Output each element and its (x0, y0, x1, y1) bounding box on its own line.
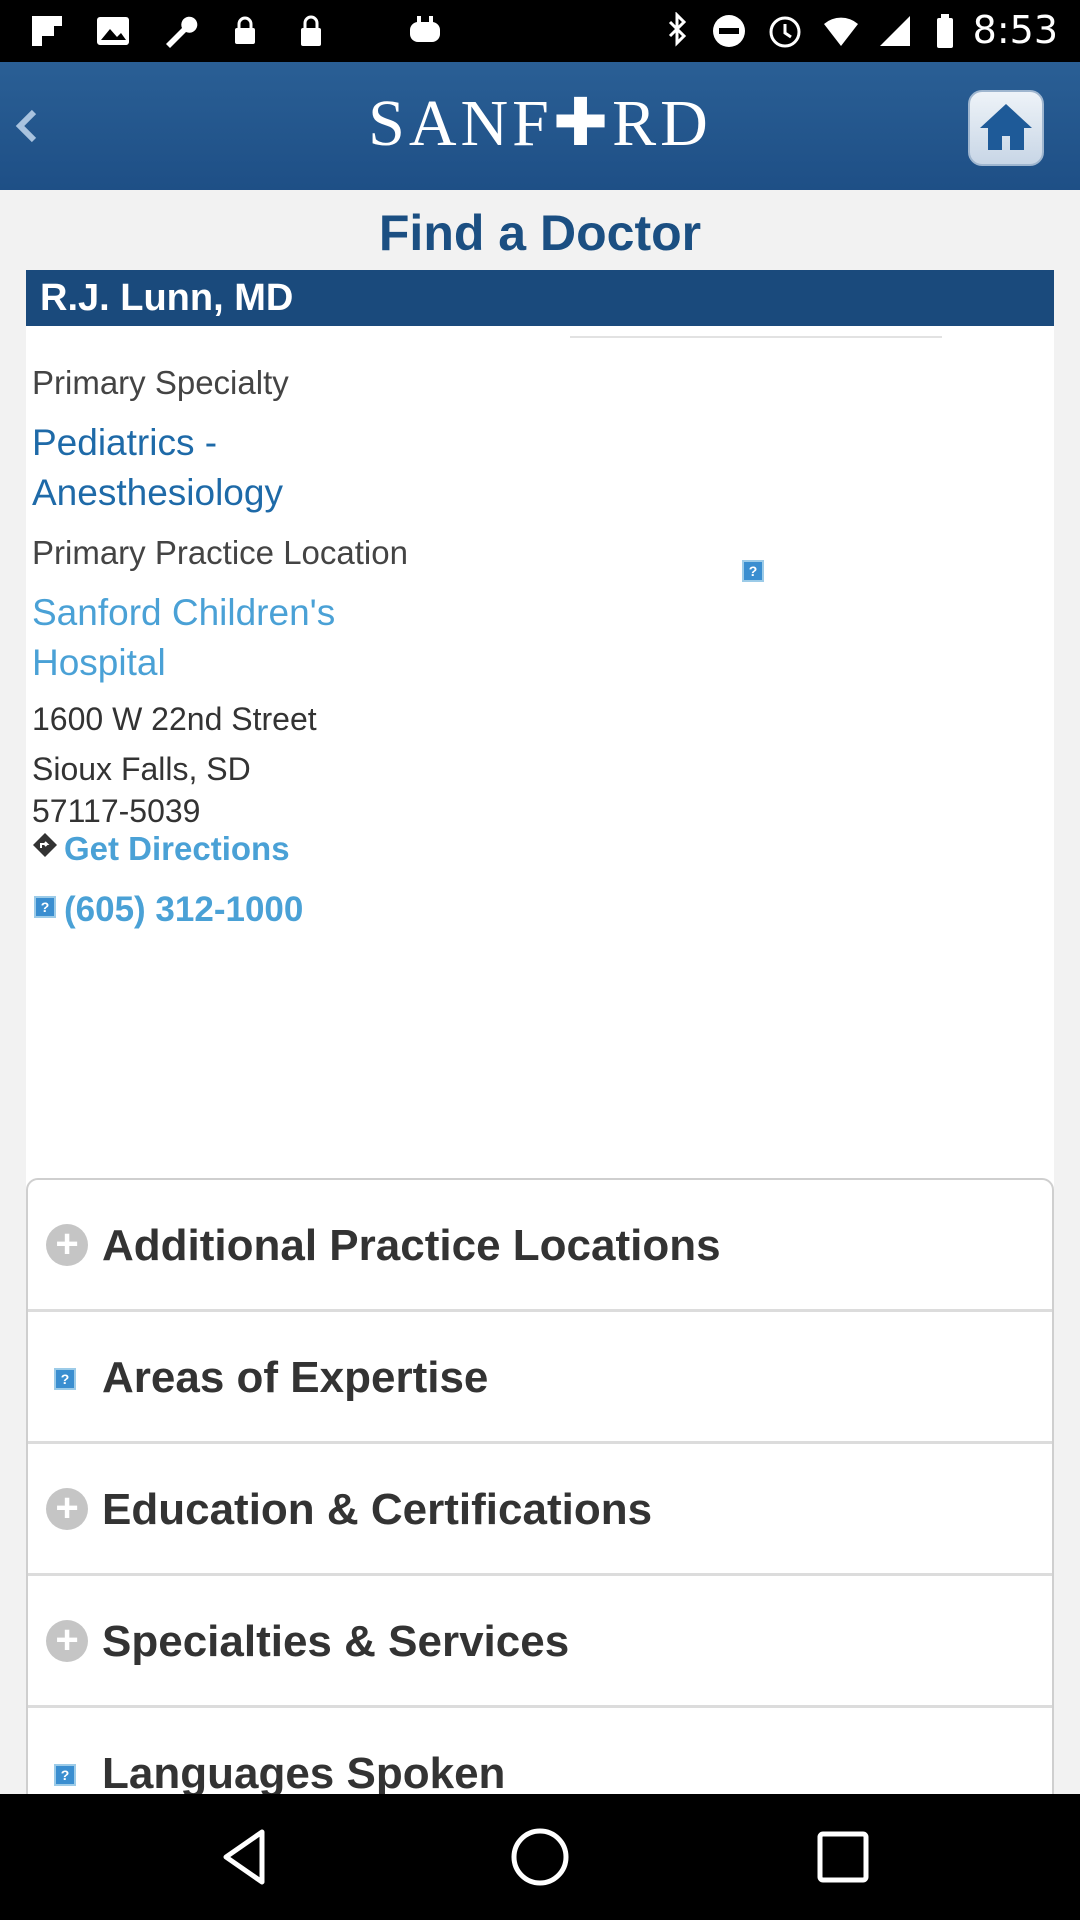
battery-icon (937, 14, 953, 48)
back-icon[interactable] (212, 1824, 278, 1890)
home-button[interactable] (968, 90, 1044, 166)
plus-icon: + (46, 1488, 88, 1530)
wifi-icon (824, 17, 858, 46)
home-icon (980, 104, 1032, 150)
accordion-label: Education & Certifications (102, 1485, 653, 1534)
zip-code: 57117-5039 (32, 793, 201, 829)
gamepad-icon (410, 16, 440, 42)
broken-image-icon: ? (742, 560, 764, 582)
broken-image-icon: ? (54, 1764, 76, 1786)
street-address: 1600 W 22nd Street (32, 701, 317, 737)
home-circle-icon[interactable] (507, 1824, 573, 1890)
accordion-additional-locations[interactable]: + Additional Practice Locations (28, 1180, 1052, 1312)
status-bar: 8:53 (0, 0, 1080, 62)
content-area: Find a Doctor R.J. Lunn, MD Primary Spec… (0, 190, 1080, 1838)
doctor-name: R.J. Lunn, MD (26, 270, 1054, 326)
image-icon (97, 17, 129, 45)
bluetooth-icon (668, 12, 687, 47)
primary-specialty-label: Primary Specialty (32, 364, 289, 401)
sanford-logo: SANF✚RD (368, 87, 712, 160)
directions-icon (33, 833, 57, 857)
accordion-label: Specialties & Services (102, 1617, 570, 1666)
divider (570, 336, 942, 338)
accordion-label: Areas of Expertise (102, 1353, 489, 1402)
city-state: Sioux Falls, SD (32, 751, 251, 787)
flipboard-icon (32, 16, 62, 46)
lock-icon (235, 16, 255, 44)
signal-icon (880, 16, 910, 46)
status-time: 8:53 (972, 8, 1058, 52)
plus-icon: + (46, 1620, 88, 1662)
system-nav-bar (0, 1794, 1080, 1920)
lock-icon (301, 15, 321, 46)
phone-icon: ? (34, 896, 56, 918)
wrench-icon (166, 16, 198, 48)
plus-icon: + (46, 1224, 88, 1266)
accordion-label: Additional Practice Locations (102, 1221, 721, 1270)
app-screen: 8:53 SANF✚RD Find a Doctor R.J. Lunn, MD… (0, 0, 1080, 1920)
details-accordion: + Additional Practice Locations ? Areas … (26, 1178, 1054, 1838)
accordion-areas-of-expertise[interactable]: ? Areas of Expertise (28, 1312, 1052, 1444)
get-directions-link[interactable]: Get Directions (64, 830, 290, 868)
hospital-line-1[interactable]: Sanford Children's (32, 588, 335, 638)
page-title: Find a Doctor (378, 205, 702, 261)
minus-circle-icon (713, 15, 745, 47)
alarm-icon (769, 16, 801, 48)
app-header: SANF✚RD (0, 62, 1080, 190)
recents-icon[interactable] (810, 1824, 876, 1890)
accordion-specialties[interactable]: + Specialties & Services (28, 1576, 1052, 1708)
practice-location-label: Primary Practice Location (32, 534, 408, 571)
broken-image-icon: ? (54, 1368, 76, 1390)
specialty-line-1[interactable]: Pediatrics - (32, 418, 217, 468)
specialty-line-2[interactable]: Anesthesiology (32, 468, 283, 518)
accordion-education[interactable]: + Education & Certifications (28, 1444, 1052, 1576)
phone-link[interactable]: (605) 312-1000 (64, 890, 303, 930)
hospital-line-2[interactable]: Hospital (32, 638, 166, 688)
